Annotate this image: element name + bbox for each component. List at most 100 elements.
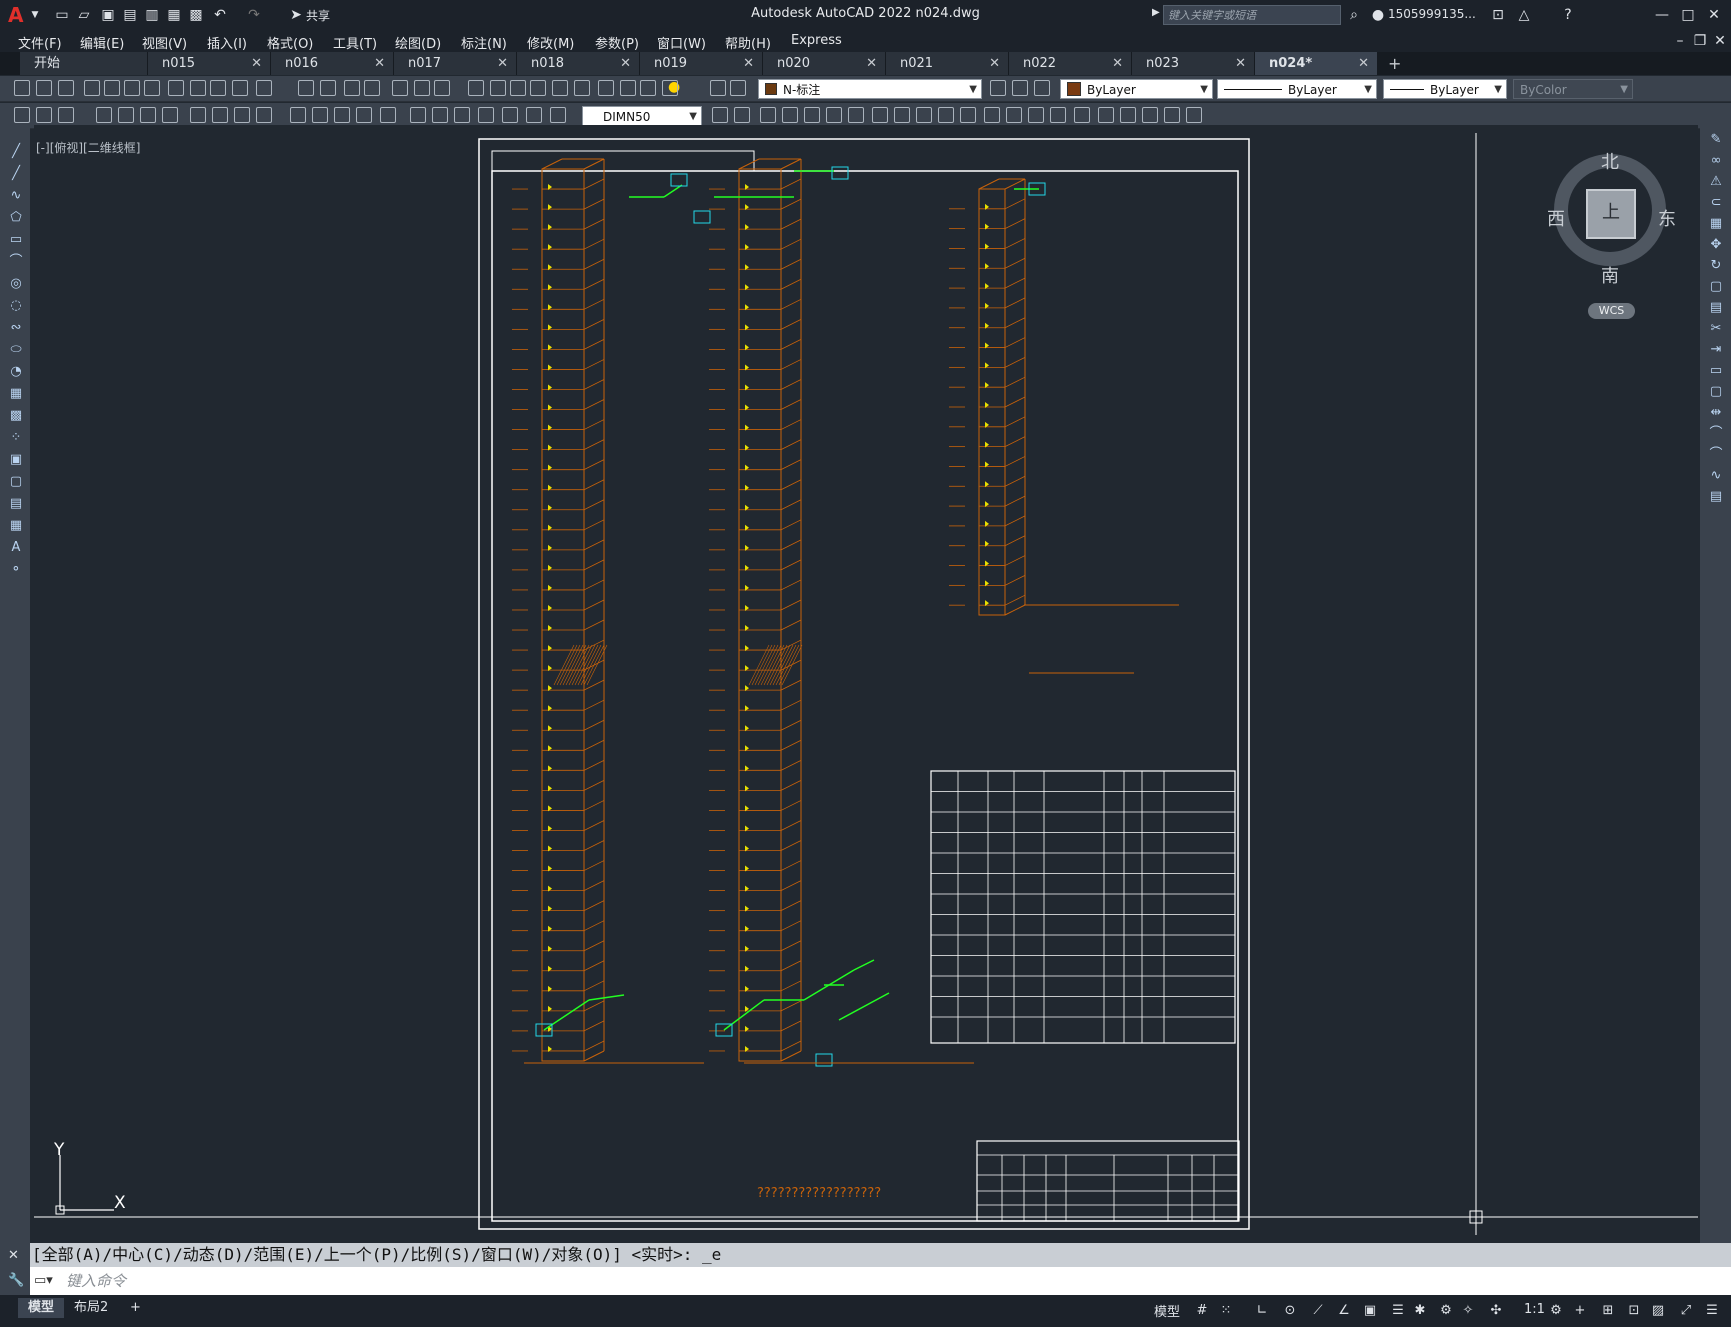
toolbar-tool-icon[interactable] [1120,107,1136,123]
user-icon[interactable]: ● [1370,7,1386,23]
close-icon[interactable]: ✕ [1706,7,1722,23]
tab-n024[interactable]: n024* ✕ [1255,52,1378,75]
toolbar-tool-icon[interactable] [916,107,932,123]
toolbar-tool-icon[interactable] [620,80,636,96]
doc-close-icon[interactable]: ✕ [1712,33,1728,49]
status-tool-icon[interactable]: ⚙ [1548,1303,1564,1319]
status-tool-icon[interactable]: ∟ [1254,1303,1270,1319]
menu-insert[interactable]: 插入(I) [207,33,247,52]
toolbar-tool-icon[interactable] [414,80,430,96]
draw-tool-icon[interactable]: ⌒ [8,255,24,269]
status-tool-icon[interactable]: ▨ [1650,1303,1666,1319]
wcs-menu[interactable]: WCS [1588,303,1635,319]
toolbar-tool-icon[interactable] [212,107,228,123]
toolbar-tool-icon[interactable] [960,107,976,123]
status-tool-icon[interactable]: ☰ [1390,1303,1406,1319]
toolbar-tool-icon[interactable] [84,80,100,96]
toolbar-tool-icon[interactable] [848,107,864,123]
toolbar-tool-icon[interactable] [190,107,206,123]
toolbar-tool-icon[interactable] [710,80,726,96]
status-tool-icon[interactable]: ✱ [1412,1303,1428,1319]
toolbar-tool-icon[interactable] [454,107,470,123]
tab-n021[interactable]: n021 ✕ [886,52,1009,75]
modify-tool-icon[interactable]: ▢ [1708,280,1724,294]
toolbar-tool-icon[interactable] [168,80,184,96]
toolbar-tool-icon[interactable] [344,80,360,96]
tab-close-icon[interactable]: ✕ [989,52,1000,75]
toolbar-tool-icon[interactable] [298,80,314,96]
dimstyle-dropdown[interactable]: DIMN50 ▼ [582,106,702,126]
menu-format[interactable]: 格式(O) [267,33,313,52]
search-input[interactable]: 键入关键字或短语 [1163,5,1341,25]
compass-west[interactable]: 西 [1547,205,1565,231]
help-icon[interactable]: ? [1560,7,1576,23]
toolbar-tool-icon[interactable] [760,107,776,123]
toolbar-tool-icon[interactable] [104,80,120,96]
modify-tool-icon[interactable]: ⊂ [1708,196,1724,210]
toolbar-tool-icon[interactable] [598,80,614,96]
layer-tool-icon[interactable] [990,80,1006,96]
toolbar-tool-icon[interactable] [502,107,518,123]
toolbar-tool-icon[interactable] [144,80,160,96]
modify-tool-icon[interactable]: ▢ [1708,385,1724,399]
add-layout-icon[interactable]: + [120,1298,151,1318]
tab-n016[interactable]: n016 ✕ [271,52,394,75]
tab-n023[interactable]: n023 ✕ [1132,52,1255,75]
draw-tool-icon[interactable]: ◌ [8,299,24,313]
toolbar-tool-icon[interactable] [162,107,178,123]
draw-tool-icon[interactable]: ⬠ [8,211,24,225]
draw-tool-icon[interactable]: A [8,541,24,555]
toolbar-tool-icon[interactable] [432,107,448,123]
toolbar-tool-icon[interactable] [256,80,272,96]
menu-window[interactable]: 窗口(W) [657,33,706,52]
tab-close-icon[interactable]: ✕ [620,52,631,75]
draw-tool-icon[interactable]: ∾ [8,321,24,335]
toolbar-tool-icon[interactable] [320,80,336,96]
modify-tool-icon[interactable]: ✥ [1708,238,1724,252]
draw-tool-icon[interactable]: ▤ [8,497,24,511]
draw-tool-icon[interactable]: ⬭ [8,343,24,357]
layer-tool-icon[interactable] [1034,80,1050,96]
cart-icon[interactable]: ⊡ [1490,7,1506,23]
plotstyle-dropdown[interactable]: ByColor ▼ [1513,79,1633,99]
status-tool-icon[interactable]: ⊙ [1282,1303,1298,1319]
user-name[interactable]: 1505999135... [1388,7,1476,21]
model-space-toggle[interactable]: 模型 [1154,1301,1180,1320]
toolbar-tool-icon[interactable] [782,107,798,123]
menu-dimension[interactable]: 标注(N) [461,33,507,52]
draw-tool-icon[interactable]: ▣ [8,453,24,467]
command-prompt-icon[interactable]: ▭▾ [34,1267,53,1295]
maximize-icon[interactable]: □ [1680,7,1696,23]
tab-model[interactable]: 模型 [18,1298,65,1318]
toolbar-tool-icon[interactable] [574,80,590,96]
toolbar-tool-icon[interactable] [640,80,656,96]
toolbar-tool-icon[interactable] [734,107,750,123]
linetype-dropdown[interactable]: ByLayer ▼ [1217,79,1377,99]
modify-tool-icon[interactable]: ✂ [1708,322,1724,336]
command-line[interactable]: ▭▾ 键入命令 [30,1267,1731,1295]
menu-modify[interactable]: 修改(M) [527,33,574,52]
menu-tools[interactable]: 工具(T) [333,33,377,52]
draw-tool-icon[interactable]: ◔ [8,365,24,379]
toolbar-tool-icon[interactable] [58,80,74,96]
tab-n022[interactable]: n022 ✕ [1009,52,1132,75]
toolbar-tool-icon[interactable] [380,107,396,123]
toolbar-tool-icon[interactable] [872,107,888,123]
toolbar-tool-icon[interactable] [490,80,506,96]
draw-tool-icon[interactable]: ◎ [8,277,24,291]
toolbar-tool-icon[interactable] [712,107,728,123]
toolbar-tool-icon[interactable] [58,107,74,123]
toolbar-tool-icon[interactable] [290,107,306,123]
command-input[interactable]: 键入命令 [66,1267,126,1295]
status-tool-icon[interactable]: ⁙ [1218,1303,1234,1319]
status-tool-icon[interactable]: + [1572,1303,1588,1319]
modify-tool-icon[interactable]: ▭ [1708,364,1724,378]
menu-parametric[interactable]: 参数(P) [595,33,639,52]
modify-tool-icon[interactable]: ▦ [1708,217,1724,231]
toolbar-tool-icon[interactable] [468,80,484,96]
status-tool-icon[interactable]: ☰ [1704,1303,1720,1319]
doc-minimize-icon[interactable]: – [1672,33,1688,49]
layer-dropdown[interactable]: N-标注 ▼ [758,79,982,99]
status-tool-icon[interactable]: ⊞ [1600,1303,1616,1319]
doc-restore-icon[interactable]: ❐ [1692,33,1708,49]
